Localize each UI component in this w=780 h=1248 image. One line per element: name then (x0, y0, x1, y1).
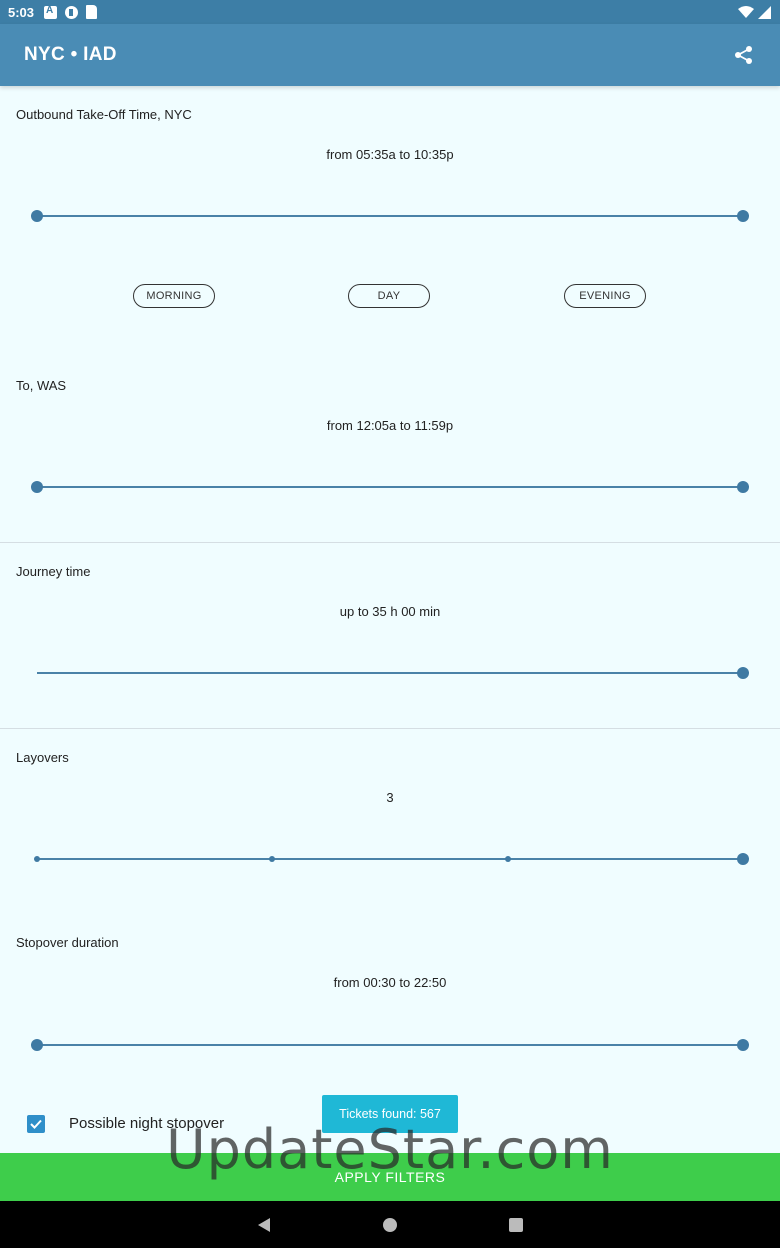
back-button[interactable] (255, 1216, 273, 1234)
status-time: 5:03 (8, 4, 35, 20)
layovers-slider[interactable] (34, 852, 749, 866)
night-stopover-checkbox[interactable] (27, 1115, 45, 1133)
stopover-low-thumb[interactable] (31, 1039, 43, 1051)
stopover-duration-slider[interactable] (31, 1038, 749, 1052)
home-button[interactable] (381, 1216, 399, 1234)
arrival-high-thumb[interactable] (737, 481, 749, 493)
morning-chip[interactable]: MORNING (133, 284, 215, 308)
journey-time-slider[interactable] (37, 666, 749, 680)
slider-track (37, 672, 743, 674)
day-chip[interactable]: DAY (348, 284, 430, 308)
arrival-label: To, WAS (16, 378, 67, 393)
journey-thumb[interactable] (737, 667, 749, 679)
evening-chip[interactable]: EVENING (564, 284, 646, 308)
route-title: NYC • IAD (24, 44, 117, 65)
share-button[interactable] (732, 43, 756, 67)
layovers-tick-2 (504, 856, 511, 862)
layovers-thumb[interactable] (737, 853, 749, 865)
battery-icon (758, 5, 771, 19)
home-icon (383, 1217, 397, 1232)
tickets-found-toast: Tickets found: 567 (322, 1095, 458, 1133)
apply-filters-button[interactable]: APPLY FILTERS (0, 1153, 780, 1201)
recents-button[interactable] (507, 1216, 525, 1234)
wifi-icon (738, 5, 754, 18)
divider (0, 728, 780, 729)
share-icon (735, 46, 752, 64)
slider-track (37, 1044, 743, 1046)
stopover-label: Stopover duration (16, 935, 119, 950)
layovers-value: 3 (386, 790, 394, 805)
journey-label: Journey time (16, 564, 91, 579)
sd-card-icon (86, 5, 98, 19)
slider-track (37, 858, 743, 860)
back-icon (258, 1217, 270, 1232)
outbound-time-slider[interactable] (31, 209, 749, 223)
slider-track (37, 215, 743, 217)
status-bar: 5:03 (0, 0, 780, 24)
slider-track (37, 486, 743, 488)
recents-icon (509, 1217, 523, 1232)
arrival-range: from 12:05a to 11:59p (326, 418, 454, 433)
check-icon (30, 1119, 42, 1129)
outbound-label: Outbound Take-Off Time, NYC (16, 107, 192, 122)
layovers-tick-1 (269, 856, 276, 862)
notification-a-icon (44, 5, 58, 19)
stopover-range: from 00:30 to 22:50 (333, 975, 447, 990)
arrival-time-slider[interactable] (31, 480, 749, 494)
divider (0, 542, 780, 543)
layovers-tick-0 (34, 856, 40, 862)
outbound-low-thumb[interactable] (31, 210, 43, 222)
outbound-range: from 05:35a to 10:35p (326, 147, 454, 162)
journey-value: up to 35 h 00 min (339, 604, 441, 619)
arrival-low-thumb[interactable] (31, 481, 43, 493)
stopover-high-thumb[interactable] (737, 1039, 749, 1051)
navigation-bar (0, 1201, 780, 1248)
outbound-high-thumb[interactable] (737, 210, 749, 222)
app-bar: NYC • IAD (0, 24, 780, 86)
layovers-label: Layovers (16, 750, 69, 765)
night-stopover-label: Possible night stopover (69, 1115, 225, 1132)
notification-p-icon (65, 5, 79, 19)
